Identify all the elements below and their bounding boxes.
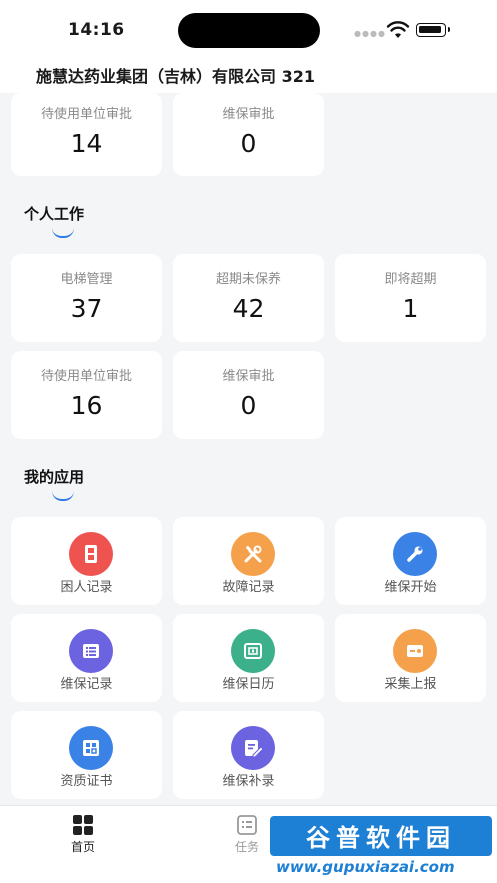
app-maintenance-calendar[interactable]: 维保日历 (173, 614, 324, 702)
stat-card-due-soon[interactable]: 即将超期 1 (335, 254, 486, 342)
elevator-icon (69, 532, 113, 576)
stat-label: 待使用单位审批 (40, 369, 132, 384)
edit-icon (231, 726, 275, 770)
app-maintenance-record[interactable]: 维保记录 (11, 614, 162, 702)
stat-label: 维保审批 (222, 369, 275, 384)
app-label: 采集上报 (384, 677, 437, 692)
stat-label: 电梯管理 (60, 272, 113, 287)
stat-value: 37 (70, 294, 103, 323)
calendar-icon (231, 629, 275, 673)
tools-icon (231, 532, 275, 576)
app-maintenance-supplement[interactable]: 维保补录 (173, 711, 324, 799)
status-time: 14:16 (68, 20, 125, 40)
wifi-icon (386, 21, 410, 38)
app-maintenance-start[interactable]: 维保开始 (335, 517, 486, 605)
app-qualification-certificate[interactable]: 资质证书 (11, 711, 162, 799)
app-label: 维保开始 (384, 580, 437, 595)
stat-value: 42 (232, 294, 265, 323)
stat-value: 16 (70, 391, 103, 420)
stat-value: 0 (240, 129, 257, 158)
stat-value: 1 (402, 294, 419, 323)
tab-label: 首页 (70, 840, 95, 854)
battery-icon (416, 23, 450, 37)
app-label: 维保日历 (222, 677, 275, 692)
stat-card-pending-approval[interactable]: 待使用单位审批 14 (11, 93, 162, 176)
stat-card-maintenance-approval-personal[interactable]: 维保审批 0 (173, 351, 324, 439)
dynamic-island (178, 13, 320, 48)
app-collect-report[interactable]: 采集上报 (335, 614, 486, 702)
app-label: 维保记录 (60, 677, 113, 692)
app-label: 困人记录 (60, 580, 113, 595)
app-label: 故障记录 (222, 580, 275, 595)
app-label: 资质证书 (60, 774, 113, 789)
watermark: 谷普软件园 www.gupuxiazai.com (268, 814, 494, 883)
stat-card-overdue[interactable]: 超期未保养 42 (173, 254, 324, 342)
stat-label: 维保审批 (222, 107, 275, 122)
grid-icon (73, 815, 93, 835)
status-bar: 14:16 ●●●● (0, 0, 497, 60)
wrench-icon (393, 532, 437, 576)
stat-value: 0 (240, 391, 257, 420)
stat-label: 超期未保养 (215, 272, 281, 287)
section-title-personal: 个人工作 (24, 205, 85, 223)
section-underline (52, 491, 74, 501)
app-label: 维保补录 (222, 774, 275, 789)
certificate-icon (69, 726, 113, 770)
tab-home[interactable]: 首页 (38, 806, 128, 866)
stat-label: 即将超期 (384, 272, 437, 287)
section-underline (52, 228, 74, 238)
stat-value: 14 (70, 129, 103, 158)
stat-card-elevator[interactable]: 电梯管理 37 (11, 254, 162, 342)
signal-icon: ●●●● (354, 29, 386, 38)
stat-card-pending-approval-personal[interactable]: 待使用单位审批 16 (11, 351, 162, 439)
upload-icon (393, 629, 437, 673)
stat-card-maintenance-approval[interactable]: 维保审批 0 (173, 93, 324, 176)
section-title-apps: 我的应用 (24, 468, 85, 486)
app-fault-record[interactable]: 故障记录 (173, 517, 324, 605)
watermark-title: 谷普软件园 (268, 814, 494, 858)
stat-label: 待使用单位审批 (40, 107, 132, 122)
app-header: 施慧达药业集团（吉林）有限公司 321 (0, 60, 497, 93)
task-list-icon (237, 815, 257, 835)
app-trapped-record[interactable]: 困人记录 (11, 517, 162, 605)
watermark-url: www.gupuxiazai.com (276, 858, 455, 876)
company-title: 施慧达药业集团（吉林）有限公司 321 (36, 67, 315, 86)
list-icon (69, 629, 113, 673)
